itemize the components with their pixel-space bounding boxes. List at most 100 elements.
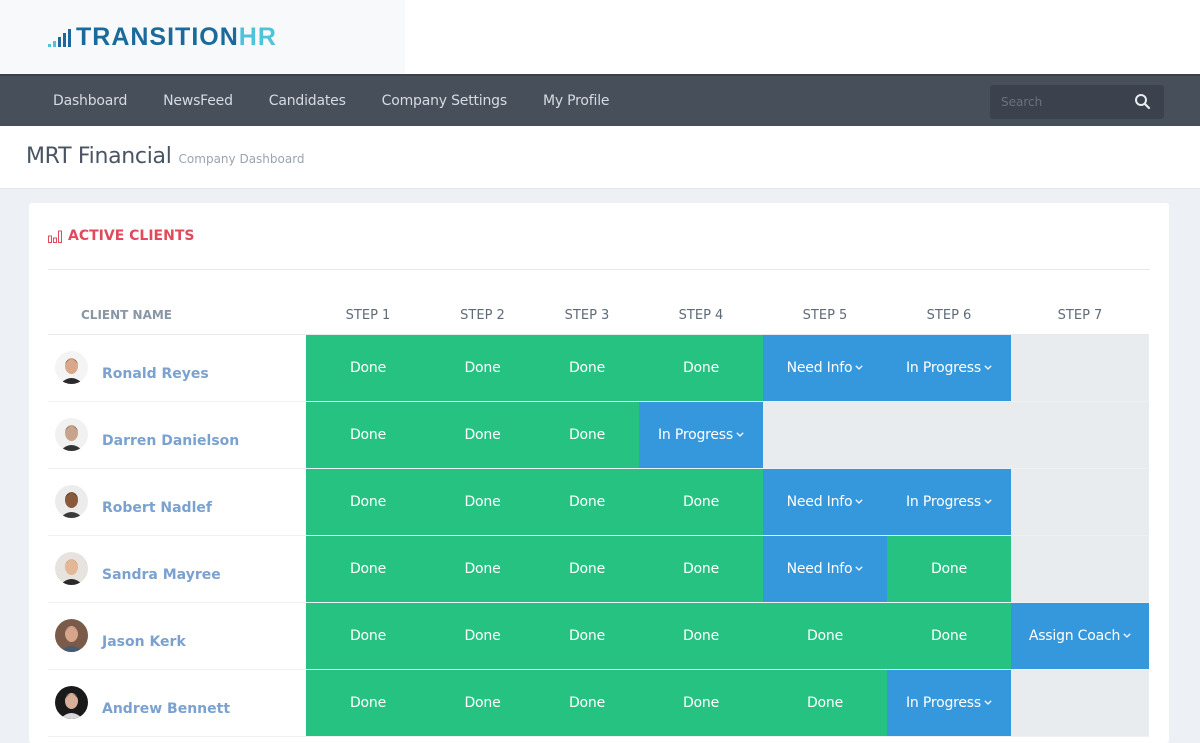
step-2-status-cell: Done	[430, 467, 535, 536]
step-6-status-cell[interactable]: In Progress	[887, 334, 1011, 402]
step-2-status-cell: Done	[430, 400, 535, 469]
card-title: ACTIVE CLIENTS	[48, 228, 194, 244]
table-row: Ronald Reyes Done Done Done Done Need Info In …	[48, 334, 1149, 402]
client-name-link[interactable]: Darren Danielson	[102, 433, 239, 449]
chevron-down-icon[interactable]	[984, 363, 992, 373]
step-4-status-cell: Done	[639, 668, 763, 737]
user-portrait-icon	[55, 685, 88, 719]
client-name-link[interactable]: Ronald Reyes	[102, 366, 209, 382]
user-portrait-icon	[55, 551, 88, 585]
step-4-status-cell: Done	[639, 601, 763, 670]
step-3-status-cell: Done	[535, 334, 639, 402]
status-label: Done	[568, 493, 606, 510]
table-row: Robert Nadlef Done Done Done Done Need Info In…	[48, 467, 1149, 536]
status-label: Done	[806, 694, 844, 711]
status-label: Done	[568, 359, 606, 376]
step-5-status-cell[interactable]: Need Info	[763, 467, 887, 536]
avatar[interactable]	[55, 551, 88, 585]
table-body: Ronald Reyes Done Done Done Done Need Info In …	[48, 334, 1149, 737]
status-label: Done	[930, 627, 968, 644]
step-7-status-cell	[1011, 467, 1149, 536]
status-label: Done	[349, 560, 387, 577]
step-5-status-cell: Done	[763, 601, 887, 670]
step-7-status-cell	[1011, 334, 1149, 402]
step-6-status-cell[interactable]: In Progress	[887, 668, 1011, 737]
status-label: Done	[568, 694, 606, 711]
step-7-status-cell	[1011, 400, 1149, 469]
search-input[interactable]	[990, 95, 1130, 109]
bar-chart-icon	[48, 230, 62, 243]
avatar[interactable]	[55, 350, 88, 384]
logo[interactable]: TRANSITIONHR	[0, 0, 405, 74]
logo-text: TRANSITIONHR	[76, 22, 277, 51]
status-dropdown-label: In Progress	[906, 359, 981, 376]
status-label: Done	[568, 627, 606, 644]
status-dropdown-label: Need Info	[786, 359, 853, 376]
table-row: Darren Danielson Done Done Done In Progress	[48, 400, 1149, 469]
chevron-down-icon[interactable]	[736, 430, 744, 440]
avatar[interactable]	[55, 685, 88, 719]
client-name-cell: Darren Danielson	[48, 400, 306, 469]
avatar[interactable]	[55, 417, 88, 451]
nav-item-dashboard[interactable]: Dashboard	[53, 93, 127, 109]
status-label: Done	[682, 627, 720, 644]
nav-item-my-profile[interactable]: My Profile	[543, 93, 610, 109]
status-label: Done	[682, 560, 720, 577]
step-1-status-cell: Done	[306, 467, 430, 536]
client-name-link[interactable]: Andrew Bennett	[102, 701, 230, 717]
step-3-status-cell: Done	[535, 601, 639, 670]
status-label: Done	[464, 359, 501, 376]
step-5-status-cell[interactable]: Need Info	[763, 534, 887, 603]
page-subtitle: Company Dashboard	[178, 152, 305, 166]
status-label: Done	[464, 426, 501, 443]
step-4-status-cell[interactable]: In Progress	[639, 400, 763, 469]
column-header-step-2: STEP 2	[430, 297, 535, 335]
avatar[interactable]	[55, 484, 88, 518]
client-name-cell: Jason Kerk	[48, 601, 306, 670]
nav-item-newsfeed[interactable]: NewsFeed	[163, 93, 233, 109]
column-header-step-7: STEP 7	[1011, 297, 1149, 335]
step-7-status-cell[interactable]: Assign Coach	[1011, 601, 1149, 670]
chevron-down-icon[interactable]	[855, 363, 864, 373]
status-dropdown-label: Assign Coach	[1028, 627, 1121, 644]
status-label: Done	[349, 359, 387, 376]
card-title-text: ACTIVE CLIENTS	[68, 228, 195, 244]
chevron-down-icon[interactable]	[984, 497, 992, 507]
status-dropdown-label: In Progress	[658, 426, 733, 443]
chevron-down-icon[interactable]	[1123, 631, 1131, 641]
step-1-status-cell: Done	[306, 400, 430, 469]
step-2-status-cell: Done	[430, 534, 535, 603]
step-1-status-cell: Done	[306, 534, 430, 603]
chevron-down-icon[interactable]	[984, 698, 992, 708]
step-6-status-cell: Done	[887, 534, 1011, 603]
client-name-cell: Sandra Mayree	[48, 534, 306, 603]
main-navbar: Dashboard NewsFeed Candidates Company Se…	[0, 74, 1200, 126]
step-3-status-cell: Done	[535, 467, 639, 536]
step-6-status-cell[interactable]: In Progress	[887, 467, 1011, 536]
status-label: Done	[349, 426, 387, 443]
search-icon[interactable]	[1134, 93, 1151, 110]
step-6-status-cell	[887, 400, 1011, 469]
clients-table: CLIENT NAME STEP 1 STEP 2 STEP 3 STEP 4 …	[48, 297, 1149, 737]
avatar[interactable]	[55, 618, 88, 652]
nav-item-candidates[interactable]: Candidates	[269, 93, 346, 109]
column-header-client-name[interactable]: CLIENT NAME	[48, 297, 306, 335]
step-4-status-cell: Done	[639, 467, 763, 536]
chevron-down-icon[interactable]	[855, 564, 864, 574]
client-name-link[interactable]: Jason Kerk	[102, 634, 186, 650]
column-header-step-3: STEP 3	[535, 297, 639, 335]
table-header-row: CLIENT NAME STEP 1 STEP 2 STEP 3 STEP 4 …	[48, 297, 1149, 335]
nav-item-company-settings[interactable]: Company Settings	[382, 93, 507, 109]
client-name-link[interactable]: Sandra Mayree	[102, 567, 221, 583]
user-portrait-icon	[55, 484, 88, 518]
status-label: Done	[464, 560, 501, 577]
status-label: Done	[464, 694, 501, 711]
step-4-status-cell: Done	[639, 334, 763, 402]
step-7-status-cell	[1011, 534, 1149, 603]
client-name-link[interactable]: Robert Nadlef	[102, 500, 212, 516]
status-label: Done	[806, 627, 844, 644]
status-label: Done	[568, 426, 606, 443]
step-5-status-cell[interactable]: Need Info	[763, 334, 887, 402]
step-5-status-cell: Done	[763, 668, 887, 737]
chevron-down-icon[interactable]	[855, 497, 864, 507]
